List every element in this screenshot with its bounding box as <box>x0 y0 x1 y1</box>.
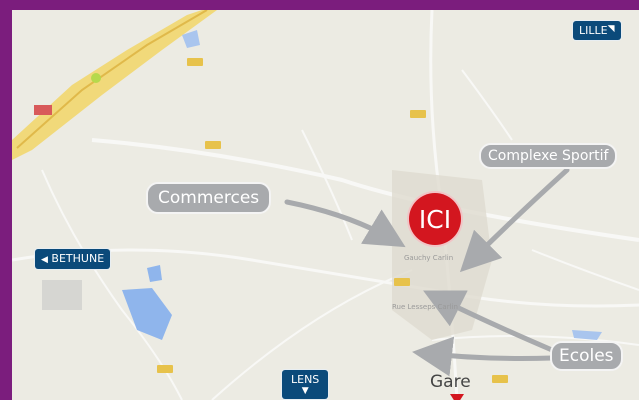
ici-marker[interactable]: ICI <box>409 193 461 245</box>
destination-lille-badge[interactable]: LILLE◥ <box>573 21 621 40</box>
page-frame: LILLE◥ ◀ BETHUNE LENS ▼ Commerces Comple… <box>0 0 639 400</box>
arrow-down-icon: ▼ <box>301 386 309 396</box>
road-number-tag <box>187 58 203 66</box>
road-number-tag <box>205 141 221 149</box>
callout-ecoles: Ecoles <box>550 341 623 371</box>
road-number-tag <box>394 278 410 286</box>
road-number-tag <box>492 375 508 383</box>
destination-lens-badge[interactable]: LENS ▼ <box>282 370 329 399</box>
station-label: Gare <box>430 372 471 392</box>
destination-bethune-badge[interactable]: ◀ BETHUNE <box>35 249 111 269</box>
map-view[interactable]: LILLE◥ ◀ BETHUNE LENS ▼ Commerces Comple… <box>12 10 639 400</box>
callout-commerces: Commerces <box>146 182 272 214</box>
station-marker-icon[interactable] <box>450 394 464 400</box>
ici-marker-label: ICI <box>418 204 452 234</box>
destination-lille-label: LILLE <box>579 24 608 37</box>
map-background <box>12 10 639 400</box>
arrow-up-right-icon: ◥ <box>607 24 615 34</box>
arrow-left-icon: ◀ <box>41 255 48 265</box>
destination-lens-label: LENS <box>291 373 320 386</box>
road-number-tag <box>157 365 173 373</box>
street-label: Rue Lesseps Carlin <box>392 303 458 311</box>
road-number-tag <box>410 110 426 118</box>
town-label: Gauchy Carlin <box>404 254 454 262</box>
callout-complexe-sportif: Complexe Sportif <box>479 143 618 169</box>
destination-bethune-label: BETHUNE <box>51 252 105 265</box>
